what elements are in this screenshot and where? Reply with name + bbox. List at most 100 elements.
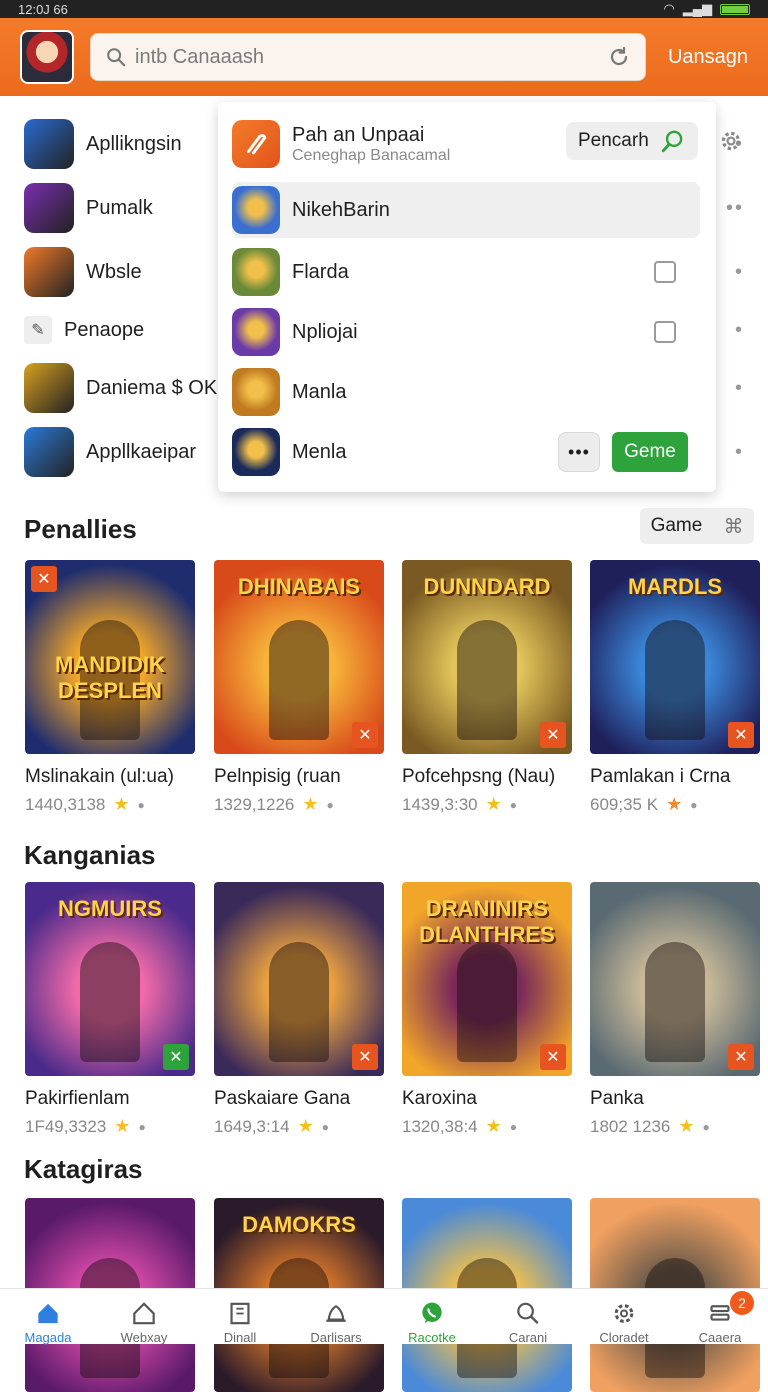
game-rating-count: 1440,3138	[25, 794, 106, 814]
dot-icon: ●	[509, 1119, 518, 1134]
game-meta: 1320,38:4 ★ ●	[402, 1116, 572, 1137]
nav-item-home[interactable]: Magada	[0, 1289, 96, 1345]
section-title: Katagiras	[24, 1154, 143, 1184]
dropdown-item-label: NikehBarin	[292, 198, 390, 221]
close-badge-icon[interactable]: ✕	[352, 1044, 378, 1070]
nav-item-bell[interactable]: Darlisars	[288, 1289, 384, 1345]
status-bar: 12:0J 66 ◠ ▂▄▆	[0, 0, 768, 18]
app-list-label: Appllkaeipar	[86, 440, 197, 463]
nav-item-label: Caaera	[698, 1330, 742, 1345]
nav-item-gear[interactable]: Cloradet	[576, 1289, 672, 1345]
settings-gear-icon[interactable]	[718, 128, 744, 154]
nav-item-house-outline[interactable]: Webxay	[96, 1289, 192, 1345]
app-list-label: Penaope	[64, 318, 145, 341]
dropdown-item[interactable]: Npliojai	[232, 304, 700, 360]
nav-item-whatsapp[interactable]: Racotke	[384, 1289, 480, 1345]
section-title: Penallies	[24, 514, 137, 544]
dropdown-item[interactable]: Manla	[232, 364, 700, 420]
dot-icon: ●	[321, 1119, 330, 1134]
dropdown-item[interactable]: Flarda	[232, 244, 700, 300]
close-badge-icon[interactable]: ✕	[728, 722, 754, 748]
close-badge-icon[interactable]: ✕	[540, 722, 566, 748]
dot-icon: ●	[326, 797, 334, 812]
game-meta: 1F49,3323 ★ ●	[25, 1116, 195, 1137]
more-dots-icon[interactable]: •	[735, 261, 744, 284]
game-app-icon	[232, 248, 280, 296]
game-meta: 1439,3:30 ★ ●	[402, 794, 572, 815]
game-rating-count: 1329,1226	[214, 794, 295, 814]
more-dots-icon[interactable]: ••	[726, 197, 744, 220]
refresh-icon[interactable]	[607, 45, 631, 69]
game-card[interactable]: DRANINIRS DLANTHRES ✕ Karoxina 1320,38:4 ★ ●	[402, 882, 572, 1137]
cover-title: DHINABAIS	[237, 574, 361, 599]
game-card[interactable]: DUNNDARD ✕ Pofcehpsng (Nau) 1439,3:30 ★ ●	[402, 560, 572, 815]
dot-icon: ●	[137, 797, 145, 812]
game-cover-image[interactable]: NGMUIRS ✕	[25, 882, 195, 1076]
game-cover-image[interactable]: ✕	[214, 882, 384, 1076]
nav-item-book[interactable]: Dinall	[192, 1289, 288, 1345]
star-icon: ★	[302, 794, 319, 814]
game-cover-image[interactable]: ✕	[590, 882, 760, 1076]
game-cover-image[interactable]: MANDIDIK DESPLEN ✕	[25, 560, 195, 754]
nav-item-search[interactable]: Carani	[480, 1289, 576, 1345]
game-button[interactable]: Geme	[612, 432, 688, 472]
character-figure	[645, 620, 705, 740]
avatar[interactable]	[20, 30, 74, 84]
game-title: Karoxina	[402, 1088, 477, 1109]
dropdown-item-label: Menla	[292, 440, 347, 463]
game-app-icon	[232, 308, 280, 356]
section-title: Kanganias	[24, 840, 156, 870]
close-badge-icon[interactable]: ✕	[163, 1044, 189, 1070]
game-card[interactable]: MARDLS ✕ Pamlakan i Crna 609;35 K ★ ●	[590, 560, 760, 815]
house-outline-icon	[133, 1302, 155, 1325]
bottom-navigation: Magada Webxay Dinall Darlisars Racotke Carani…	[0, 1288, 768, 1345]
star-icon: ★	[678, 1116, 695, 1136]
battery-icon	[720, 3, 750, 15]
dropdown-item-checkbox[interactable]	[654, 261, 676, 283]
cover-title: NGMUIRS	[58, 896, 162, 921]
section-filter-label: Game	[650, 515, 703, 536]
dropdown-search-button[interactable]: Pencarh	[566, 122, 698, 160]
search-input[interactable]	[135, 45, 607, 69]
star-icon: ★	[297, 1116, 314, 1136]
dot-icon: ●	[138, 1119, 146, 1134]
game-cover-image[interactable]: DRANINIRS DLANTHRES ✕	[402, 882, 572, 1076]
signin-button[interactable]: Uansagn	[668, 46, 748, 69]
close-badge-icon[interactable]: ✕	[728, 1044, 754, 1070]
game-cover-image[interactable]: MARDLS ✕	[590, 560, 760, 754]
game-title: Pelnpisig (ruan	[214, 766, 341, 787]
game-cover-image[interactable]: DUNNDARD ✕	[402, 560, 572, 754]
close-badge-icon[interactable]: ✕	[352, 722, 378, 748]
game-card[interactable]: NGMUIRS ✕ Pakirfienlam 1F49,3323 ★ ●	[25, 882, 195, 1137]
game-card[interactable]: ✕ Paskaiare Gana 1649,3:14 ★ ●	[214, 882, 384, 1137]
star-icon: ★	[485, 794, 502, 814]
nav-item-layers[interactable]: Caaera 2	[672, 1289, 768, 1345]
section-filter-chip[interactable]: Game ⌘	[640, 508, 754, 544]
dropdown-item-checkbox[interactable]	[654, 321, 676, 343]
dropdown-item[interactable]: Menla ••• Geme	[232, 424, 700, 480]
more-dots-icon[interactable]: •	[735, 319, 744, 342]
close-badge-icon[interactable]: ✕	[540, 1044, 566, 1070]
more-options-button[interactable]: •••	[558, 432, 600, 472]
search-bar[interactable]	[90, 33, 646, 81]
star-icon: ★	[666, 794, 683, 814]
cover-title: DAMOKRS	[242, 1212, 356, 1237]
close-badge-icon[interactable]: ✕	[31, 566, 57, 592]
wizard-app-icon	[24, 119, 74, 169]
dropdown-item[interactable]: NikehBarin	[232, 182, 700, 238]
game-rating-count: 1F49,3323	[25, 1116, 107, 1136]
nav-item-label: Magada	[24, 1330, 72, 1345]
game-card[interactable]: ✕ Panka 1802 1236 ★ ●	[590, 882, 760, 1137]
dropdown-item-label: Npliojai	[292, 320, 358, 343]
game-card[interactable]: DHINABAIS ✕ Pelnpisig (ruan 1329,1226 ★ ●	[214, 560, 384, 815]
status-icons: ◠ ▂▄▆	[663, 1, 750, 17]
game-title: Panka	[590, 1088, 644, 1109]
app-header: Uansagn	[0, 18, 768, 96]
game-title: Pamlakan i Crna	[590, 766, 731, 787]
game-card[interactable]: MANDIDIK DESPLEN ✕ Mslinakain (ul:ua) 1440,…	[25, 560, 195, 815]
search-dropdown: Pah an Unpaai Ceneghap Banacamal Pencarh…	[218, 102, 716, 492]
filter-icon: ⌘	[723, 515, 744, 538]
more-dots-icon[interactable]: •	[735, 441, 744, 464]
game-cover-image[interactable]: DHINABAIS ✕	[214, 560, 384, 754]
more-dots-icon[interactable]: •	[735, 377, 744, 400]
